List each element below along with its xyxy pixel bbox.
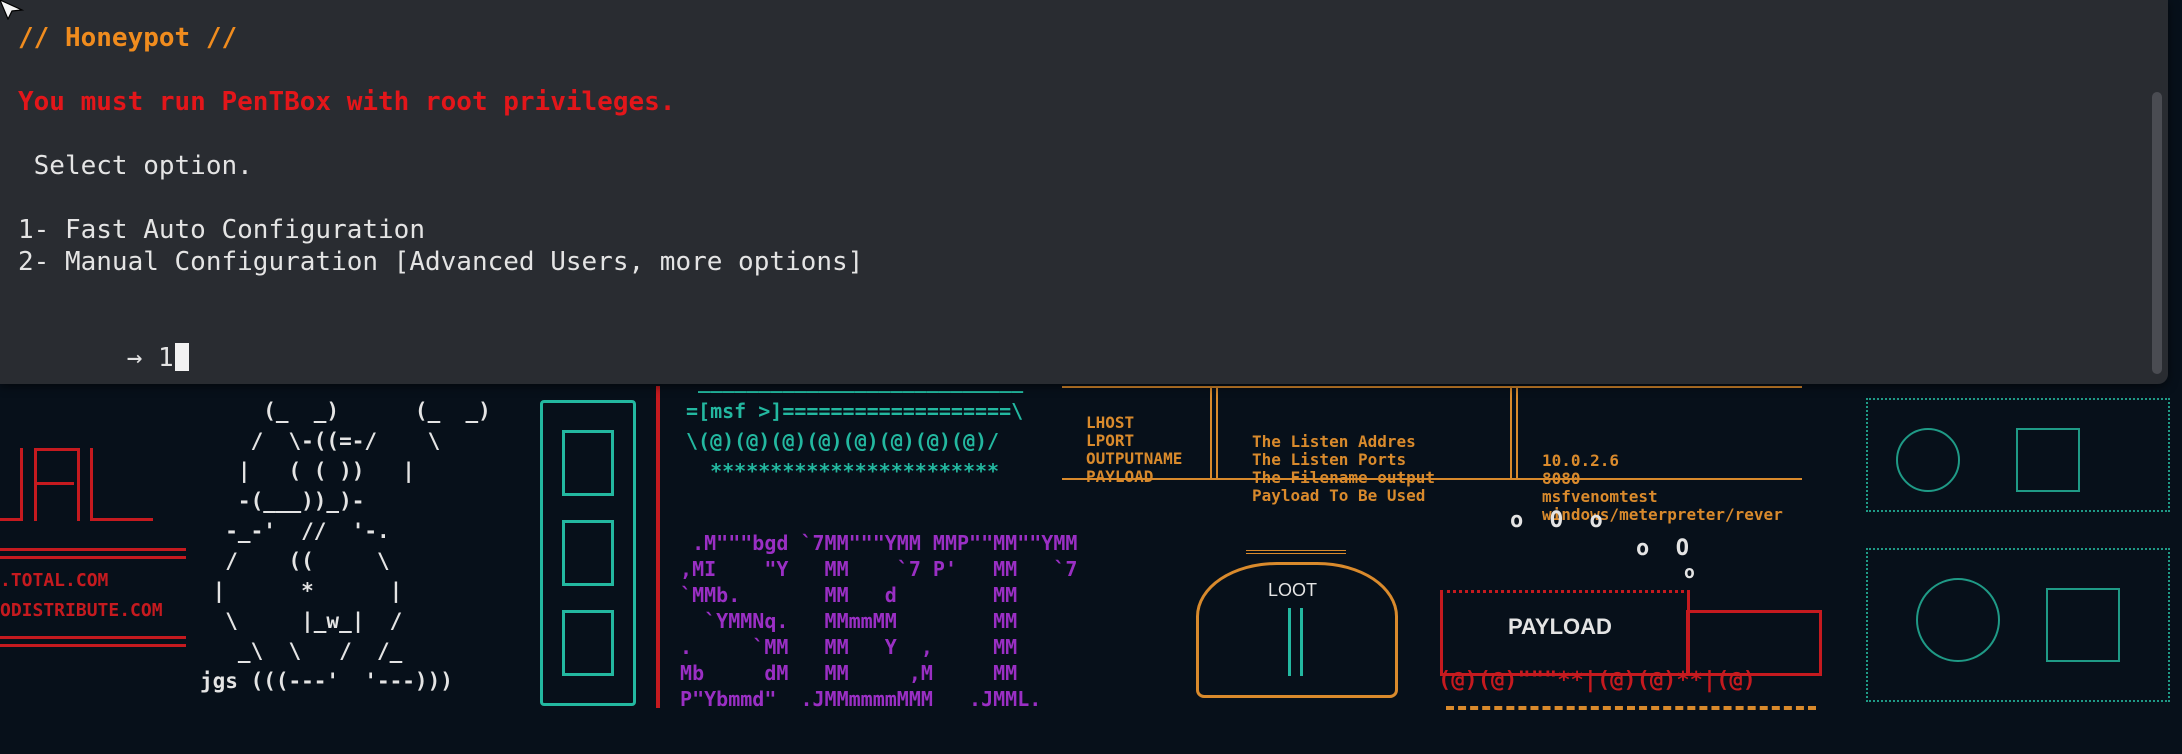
bubbles-middle: o O	[1636, 536, 1689, 561]
select-option-prompt: Select option.	[18, 151, 253, 181]
table-cell-value: 10.0.2.6	[1542, 451, 1620, 470]
terminal-window[interactable]: // Honeypot // You must run PenTBox with…	[0, 0, 2168, 384]
virustotal-art: .TOTAL.COM ODISTRIBUTE.COM	[0, 448, 186, 648]
teal-vertical-art	[540, 390, 650, 710]
table-cell-value: 8080	[1542, 469, 1581, 488]
input-value[interactable]: 1	[158, 343, 174, 373]
arrow-icon: →	[126, 343, 143, 373]
mouse-pointer-icon	[0, 0, 25, 20]
loot-bag-art: LOOT	[1186, 532, 1406, 712]
table-cell-description: The Listen Ports	[1252, 450, 1407, 469]
payload-wheels: (@)(@)"""**|(@)(@)**|(@)	[1438, 668, 1756, 693]
set-art: .M"""bgd `7MM"""YMM MMP""MM""YMM ,MI "Y …	[680, 531, 1078, 711]
virustotal-line-1: .TOTAL.COM	[0, 570, 109, 591]
msf-art: ___________________________ =[msf >]====…	[686, 369, 1024, 483]
teal-right-art	[1856, 388, 2182, 718]
bubbles-top: o O o	[1510, 508, 1603, 533]
payload-truck-art: o O o o O o PAYLOAD (@)(@)"""**|(@)(@)**…	[1436, 508, 1832, 716]
loot-label: LOOT	[1268, 580, 1318, 600]
scrollbar[interactable]	[2152, 92, 2162, 374]
root-privileges-warning: You must run PenTBox with root privilege…	[18, 87, 676, 117]
red-block-logo	[0, 448, 160, 528]
options-table: LHOST The Listen Addres 10.0.2.6 LPORT T…	[1062, 386, 1802, 524]
red-divider	[656, 386, 660, 708]
input-line[interactable]: → 1	[64, 310, 189, 406]
table-row: PAYLOAD Payload To Be Used windows/meter…	[1086, 448, 1783, 543]
payload-label: PAYLOAD	[1508, 614, 1612, 639]
table-cell-value: msfvenomtest	[1542, 487, 1658, 506]
text-cursor	[174, 343, 189, 371]
bubbles-bottom: o	[1684, 562, 1695, 583]
virustotal-line-2: ODISTRIBUTE.COM	[0, 600, 163, 621]
option-manual: 2- Manual Configuration [Advanced Users,…	[18, 247, 864, 277]
table-cell-description: The Listen Addres	[1252, 432, 1416, 451]
table-cell-name: PAYLOAD	[1086, 467, 1154, 486]
option-fast-auto: 1- Fast Auto Configuration	[18, 215, 425, 245]
table-cell-description: The Filename output	[1252, 468, 1436, 487]
teddy-bear-art: (_ _) (_ _) / \-((=-/ \ | ( ( )) | -(___…	[200, 399, 491, 693]
table-cell-description: Payload To Be Used	[1252, 486, 1426, 505]
honeypot-banner: // Honeypot //	[18, 23, 238, 53]
